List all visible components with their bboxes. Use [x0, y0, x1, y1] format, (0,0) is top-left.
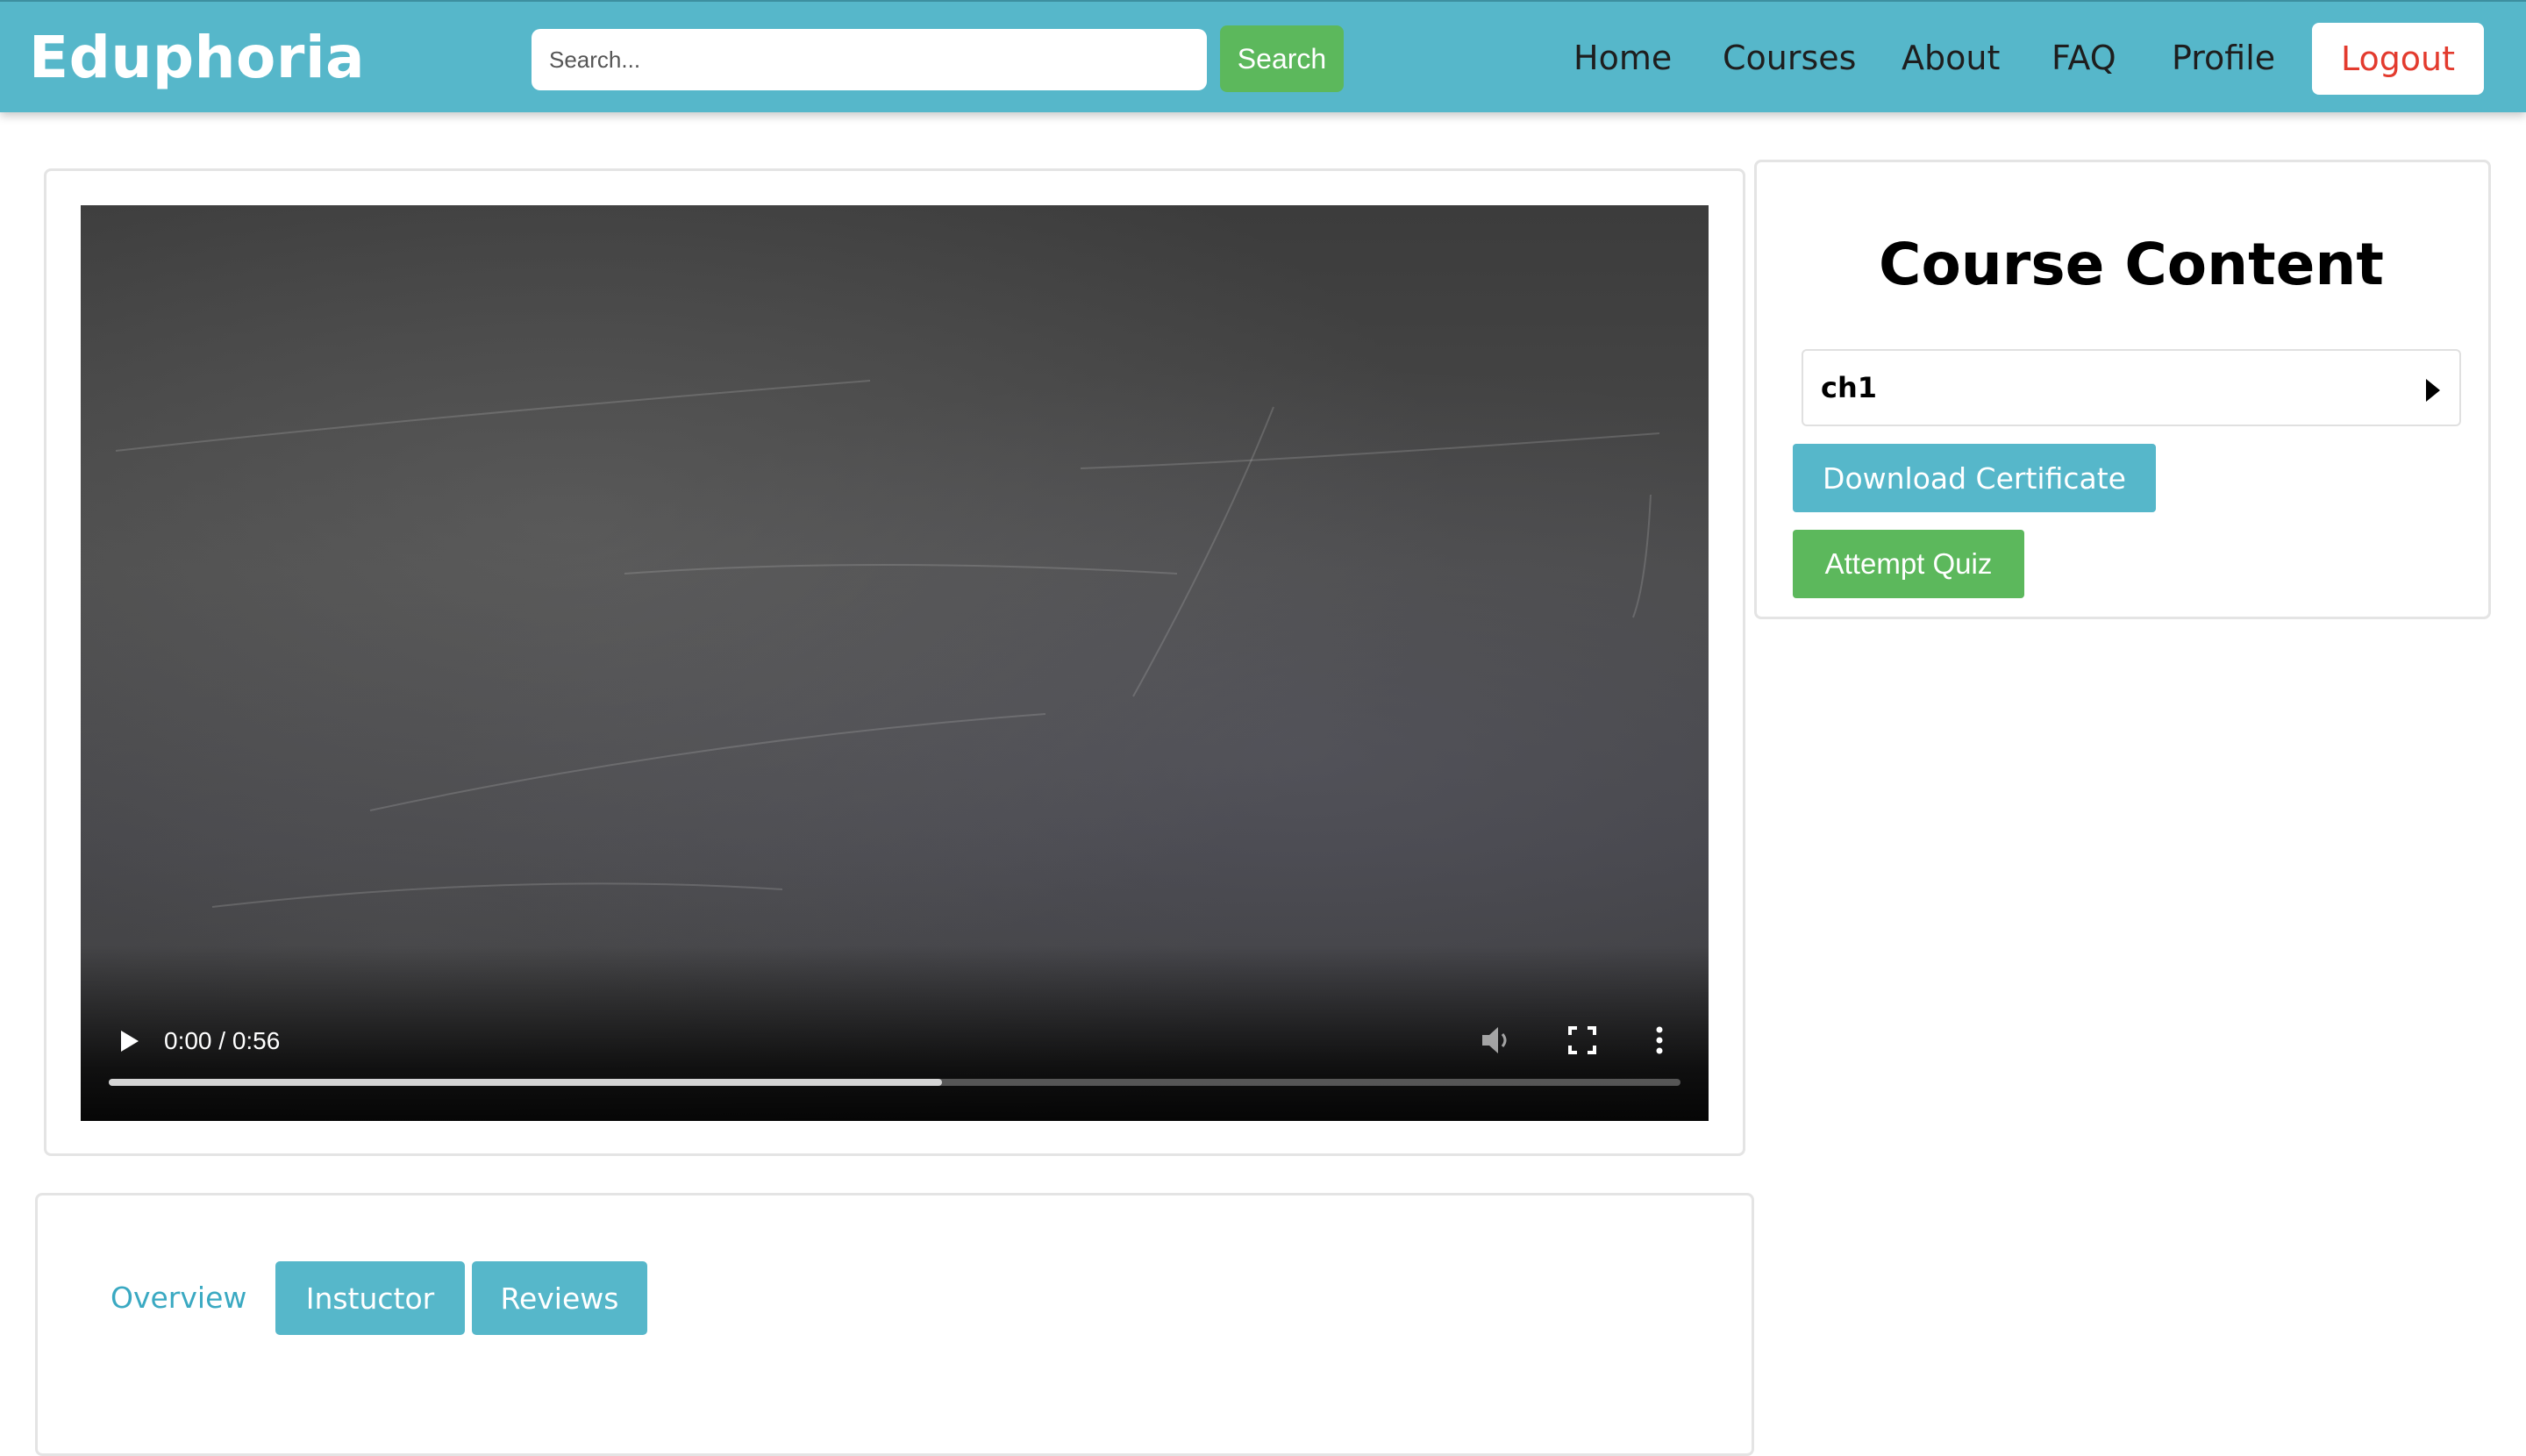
play-icon[interactable] [116, 1028, 142, 1054]
video-progress-bar[interactable] [109, 1079, 1680, 1086]
top-navbar: Eduphoria Search Home Courses About FAQ … [0, 0, 2526, 112]
nav-profile[interactable]: Profile [2172, 35, 2275, 81]
video-player[interactable]: 0:00 / 0:56 [81, 205, 1709, 1121]
tab-reviews[interactable]: Reviews [472, 1261, 647, 1335]
controls-overlay [81, 946, 1709, 1121]
nav-home[interactable]: Home [1573, 35, 1672, 81]
volume-icon[interactable] [1479, 1023, 1514, 1058]
nav-courses[interactable]: Courses [1723, 35, 1856, 81]
download-certificate-button[interactable]: Download Certificate [1793, 444, 2156, 512]
brand-logo[interactable]: Eduphoria [29, 23, 365, 93]
nav-about[interactable]: About [1902, 35, 2000, 81]
more-vertical-icon[interactable] [1651, 1023, 1668, 1058]
logout-button[interactable]: Logout [2312, 23, 2484, 95]
course-content-title: Course Content [1879, 231, 2384, 298]
tab-overview[interactable]: Overview [111, 1281, 246, 1316]
tab-instructor[interactable]: Instuctor [275, 1261, 465, 1335]
chapter-accordion-ch1[interactable]: ch1 [1802, 349, 2461, 426]
video-time: 0:00 / 0:56 [164, 1027, 281, 1054]
attempt-quiz-button[interactable]: Attempt Quiz [1793, 530, 2024, 598]
search-input[interactable] [532, 29, 1207, 90]
search-button[interactable]: Search [1220, 25, 1344, 92]
chapter-label: ch1 [1821, 371, 1878, 404]
progress-buffered [109, 1079, 942, 1086]
caret-right-icon [2426, 379, 2440, 402]
nav-faq[interactable]: FAQ [2051, 35, 2116, 81]
fullscreen-icon[interactable] [1566, 1024, 1598, 1056]
